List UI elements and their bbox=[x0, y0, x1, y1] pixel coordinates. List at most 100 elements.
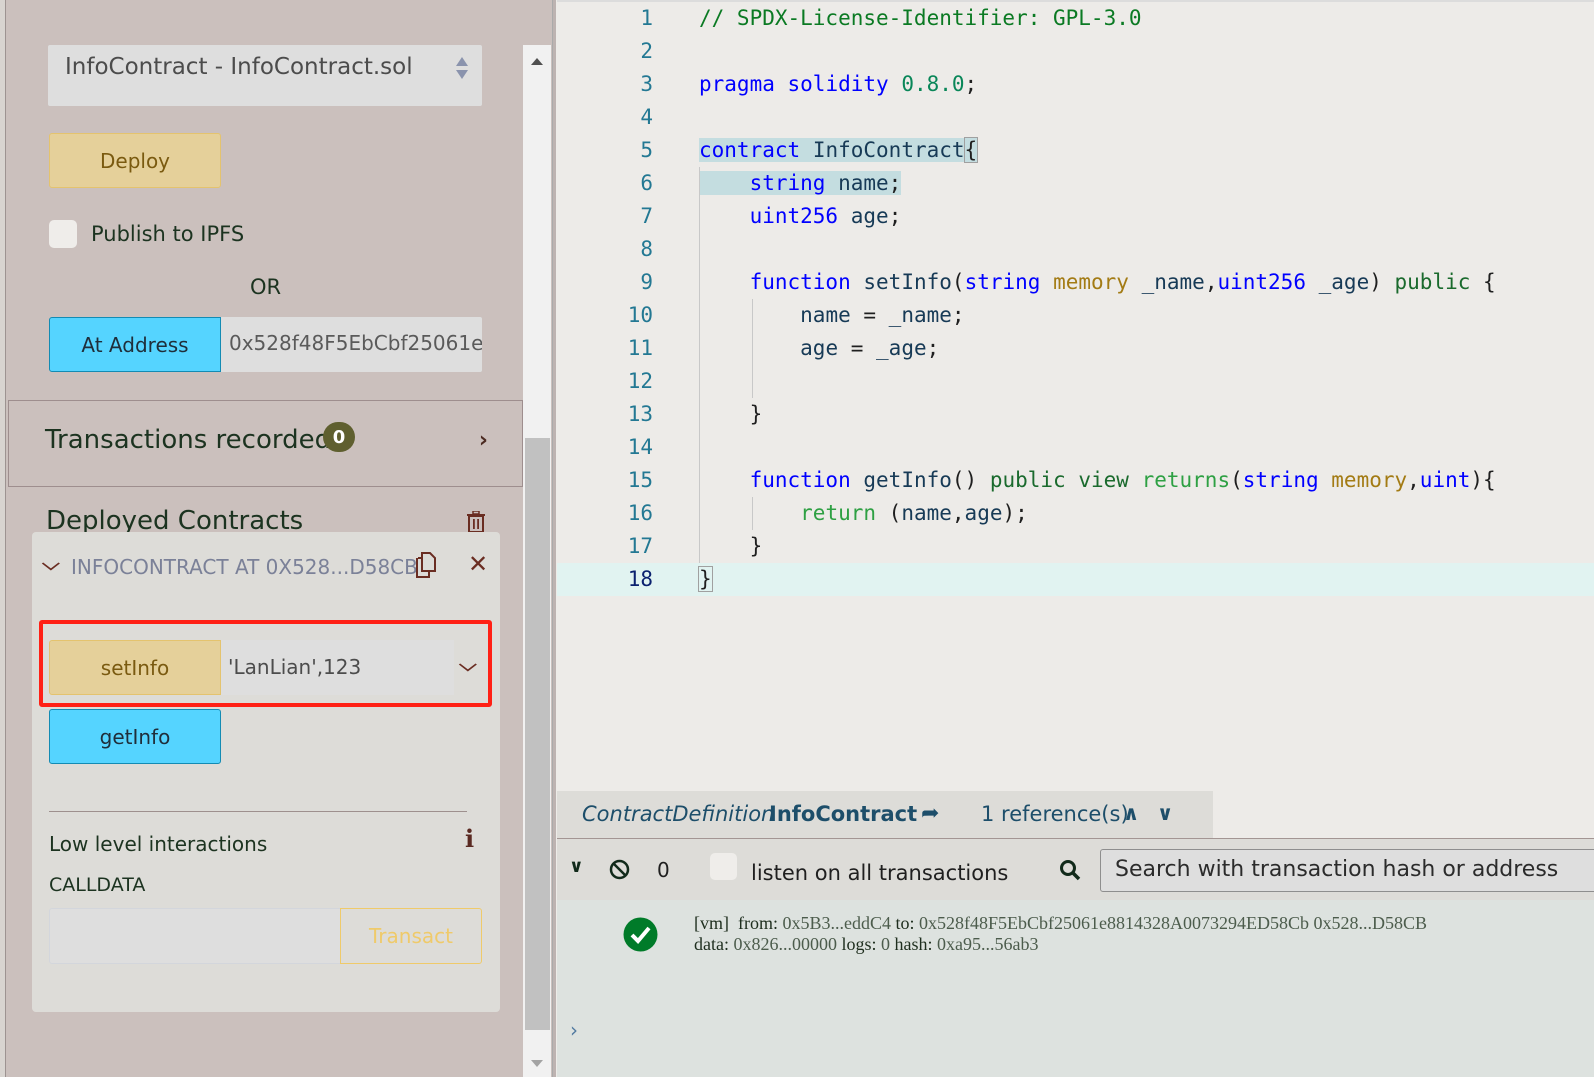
line-number: 3 bbox=[640, 72, 653, 96]
copy-icon[interactable] bbox=[414, 552, 436, 578]
code-text: // SPDX-License-Identifier: GPL-3.0 bbox=[699, 6, 1142, 30]
left-panel-scrollbar[interactable] bbox=[523, 45, 551, 1077]
code-line[interactable]: 18} bbox=[557, 563, 1594, 596]
reference-kind: ContractDefinition bbox=[582, 802, 775, 826]
scroll-up-arrow-icon[interactable] bbox=[531, 58, 543, 65]
listen-all-label: listen on all transactions bbox=[751, 861, 1009, 885]
chevron-down-icon[interactable]: ⌵ bbox=[42, 554, 60, 575]
code-text: contract InfoContract{ bbox=[699, 137, 979, 163]
search-icon[interactable] bbox=[1059, 859, 1081, 881]
line-number: 7 bbox=[640, 204, 653, 228]
log-tag: [vm] bbox=[694, 913, 729, 933]
previous-reference-icon[interactable]: ∧ bbox=[1123, 801, 1139, 825]
log-to-value: 0x528f48F5EbCbf25061e8814328A0073294ED58… bbox=[919, 913, 1428, 933]
line-number: 14 bbox=[627, 435, 653, 459]
select-updown-icon bbox=[456, 57, 468, 81]
line-number: 8 bbox=[640, 237, 653, 261]
terminal-output: [vm] from: 0x5B3...eddC4 to: 0x528f48F5E… bbox=[557, 900, 1594, 1077]
line-number: 4 bbox=[640, 105, 653, 129]
code-line[interactable]: 9 function setInfo(string memory _name,u… bbox=[557, 266, 1594, 299]
code-line[interactable]: 12 bbox=[557, 365, 1594, 398]
scroll-down-arrow-icon[interactable] bbox=[531, 1060, 543, 1067]
code-line[interactable]: 4 bbox=[557, 101, 1594, 134]
line-number: 6 bbox=[640, 171, 653, 195]
code-editor[interactable]: 1 // SPDX-License-Identifier: GPL-3.0 2 3 pr… bbox=[557, 0, 1594, 790]
or-label: OR bbox=[250, 275, 282, 299]
line-number: 11 bbox=[627, 336, 653, 360]
trash-icon[interactable] bbox=[466, 511, 486, 533]
info-icon[interactable]: i bbox=[465, 824, 474, 853]
panel-edge bbox=[0, 0, 6, 1077]
code-line[interactable]: 8 bbox=[557, 233, 1594, 266]
close-icon[interactable]: ✕ bbox=[468, 550, 488, 578]
next-reference-icon[interactable]: ∨ bbox=[1157, 801, 1173, 825]
getinfo-button[interactable]: getInfo bbox=[49, 709, 221, 764]
log-logs-value: 0 bbox=[881, 934, 890, 954]
chevron-right-icon[interactable]: › bbox=[479, 428, 488, 453]
code-line[interactable]: 3 pragma solidity 0.8.0; bbox=[557, 68, 1594, 101]
code-line[interactable]: 10 name = _name; bbox=[557, 299, 1594, 332]
indent-guide bbox=[699, 167, 700, 563]
line-number: 16 bbox=[627, 501, 653, 525]
code-line[interactable]: 2 bbox=[557, 35, 1594, 68]
line-number: 2 bbox=[640, 39, 653, 63]
code-text: function setInfo(string memory _name,uin… bbox=[749, 270, 1496, 294]
log-hash-value: 0xa95...56ab3 bbox=[937, 934, 1039, 954]
instance-title: INFOCONTRACT AT 0X528...D58CB bbox=[71, 555, 418, 579]
publish-ipfs-label: Publish to IPFS bbox=[91, 222, 245, 246]
line-number: 13 bbox=[627, 402, 653, 426]
code-text: return (name,age); bbox=[800, 501, 1028, 525]
go-to-definition-icon[interactable]: ➦ bbox=[921, 801, 939, 826]
code-line[interactable]: 15 function getInfo() public view return… bbox=[557, 464, 1594, 497]
terminal-prompt-icon[interactable]: › bbox=[570, 1018, 578, 1042]
transactions-recorded-section[interactable]: Transactions recorded 0 › bbox=[8, 400, 523, 487]
panel-splitter[interactable] bbox=[552, 0, 556, 1077]
code-text: age = _age; bbox=[800, 336, 940, 360]
deploy-button[interactable]: Deploy bbox=[49, 133, 221, 188]
tx-log-line-1[interactable]: [vm] from: 0x5B3...eddC4 to: 0x528f48F5E… bbox=[694, 913, 1427, 934]
code-text: pragma solidity 0.8.0; bbox=[699, 72, 978, 96]
setinfo-button[interactable]: setInfo bbox=[49, 640, 221, 695]
code-text: } bbox=[699, 534, 763, 558]
collapse-terminal-icon[interactable]: ∨ bbox=[569, 856, 584, 877]
indent-guide bbox=[752, 497, 753, 530]
reference-count: 1 reference(s) bbox=[981, 802, 1129, 826]
code-line[interactable]: 6 string name; bbox=[557, 167, 1594, 200]
contract-select-value: InfoContract - InfoContract.sol bbox=[65, 54, 413, 80]
transact-button[interactable]: Transact bbox=[340, 908, 482, 964]
at-address-input[interactable]: 0x528f48F5EbCbf25061e8814328A0073294ED58… bbox=[221, 317, 482, 372]
line-number: 1 bbox=[640, 6, 653, 30]
log-to-label: to: bbox=[895, 913, 915, 933]
listen-all-checkbox[interactable] bbox=[710, 853, 737, 880]
code-line[interactable]: 11 age = _age; bbox=[557, 332, 1594, 365]
indent-guide bbox=[752, 299, 753, 398]
calldata-input[interactable] bbox=[49, 908, 341, 964]
line-number: 18 bbox=[627, 567, 653, 591]
code-line[interactable]: 7 uint256 age; bbox=[557, 200, 1594, 233]
tx-log-line-2[interactable]: data: 0x826...00000 logs: 0 hash: 0xa95.… bbox=[694, 934, 1038, 955]
log-logs-label: logs: bbox=[841, 934, 877, 954]
code-line[interactable]: 14 bbox=[557, 431, 1594, 464]
contract-select[interactable]: InfoContract - InfoContract.sol bbox=[48, 45, 482, 106]
pending-tx-count: 0 bbox=[657, 858, 670, 882]
code-text: } bbox=[698, 566, 713, 592]
line-number: 17 bbox=[627, 534, 653, 558]
line-number: 9 bbox=[640, 270, 653, 294]
setinfo-args-input[interactable]: 'LanLian',123 bbox=[221, 640, 454, 695]
success-check-icon bbox=[623, 917, 658, 952]
scrollbar-thumb[interactable] bbox=[525, 438, 550, 1030]
line-number: 5 bbox=[640, 138, 653, 162]
code-line[interactable]: 16 return (name,age); bbox=[557, 497, 1594, 530]
code-line[interactable]: 17 } bbox=[557, 530, 1594, 563]
log-from-label: from: bbox=[738, 913, 778, 933]
divider bbox=[49, 811, 467, 812]
code-line[interactable]: 13 } bbox=[557, 398, 1594, 431]
code-line[interactable]: 1 // SPDX-License-Identifier: GPL-3.0 bbox=[557, 2, 1594, 35]
clear-console-icon[interactable] bbox=[609, 859, 630, 880]
transaction-search-input[interactable]: Search with transaction hash or address bbox=[1100, 849, 1594, 892]
code-line[interactable]: 5 contract InfoContract{ bbox=[557, 134, 1594, 167]
expand-args-chevron-icon[interactable]: ⌵ bbox=[459, 655, 477, 676]
log-from-value: 0x5B3...eddC4 bbox=[782, 913, 892, 933]
at-address-button[interactable]: At Address bbox=[49, 317, 221, 372]
publish-ipfs-checkbox[interactable] bbox=[49, 220, 77, 248]
